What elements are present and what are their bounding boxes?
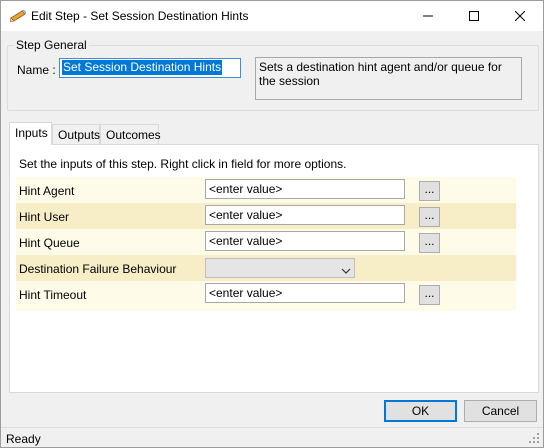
row-label: Destination Failure Behaviour	[19, 262, 177, 276]
cancel-button[interactable]: Cancel	[464, 400, 537, 422]
hint-timeout-input[interactable]: <enter value>	[205, 283, 405, 303]
hint-queue-input[interactable]: <enter value>	[205, 231, 405, 251]
name-value: Set Session Destination Hints	[62, 60, 223, 75]
hint-user-input[interactable]: <enter value>	[205, 205, 405, 225]
hint-timeout-browse-button[interactable]: ...	[419, 285, 440, 305]
close-button[interactable]	[497, 1, 543, 31]
step-general-title: Step General	[14, 38, 89, 52]
chevron-down-icon	[341, 264, 351, 278]
tab-inputs[interactable]: Inputs	[9, 122, 52, 145]
status-bar: Ready	[1, 427, 543, 447]
hint-agent-input[interactable]: <enter value>	[205, 179, 405, 199]
input-row-destination-failure: Destination Failure Behaviour	[16, 255, 516, 281]
maximize-icon	[469, 11, 479, 21]
input-row-hint-user: Hint User <enter value> ...	[16, 203, 516, 229]
step-description: Sets a destination hint agent and/or que…	[255, 57, 522, 100]
rows-footer	[16, 307, 516, 311]
name-input[interactable]: Set Session Destination Hints	[59, 58, 241, 78]
minimize-button[interactable]	[405, 1, 451, 31]
hint-queue-browse-button[interactable]: ...	[419, 233, 440, 253]
pencil-icon	[9, 9, 27, 23]
tab-outputs[interactable]: Outputs	[52, 124, 100, 144]
input-row-hint-queue: Hint Queue <enter value> ...	[16, 229, 516, 255]
destination-failure-select[interactable]	[205, 258, 355, 278]
edit-step-dialog: Edit Step - Set Session Destination Hint…	[0, 0, 544, 448]
minimize-icon	[423, 15, 433, 17]
status-text: Ready	[6, 432, 41, 446]
row-label: Hint Timeout	[19, 288, 87, 302]
row-label: Hint User	[19, 210, 70, 224]
row-label: Hint Agent	[19, 184, 75, 198]
maximize-button[interactable]	[451, 1, 497, 31]
hint-user-browse-button[interactable]: ...	[419, 207, 440, 227]
resize-grip-icon[interactable]	[528, 432, 540, 444]
name-label: Name :	[17, 63, 56, 77]
title-bar[interactable]: Edit Step - Set Session Destination Hint…	[1, 1, 543, 31]
inputs-hint: Set the inputs of this step. Right click…	[19, 157, 347, 171]
row-label: Hint Queue	[19, 236, 80, 250]
close-icon	[515, 11, 525, 21]
input-row-hint-timeout: Hint Timeout <enter value> ...	[16, 281, 516, 307]
input-row-hint-agent: Hint Agent <enter value> ...	[16, 177, 516, 203]
tab-outcomes[interactable]: Outcomes	[100, 124, 161, 144]
window-title: Edit Step - Set Session Destination Hint…	[31, 9, 249, 23]
ok-button[interactable]: OK	[384, 400, 457, 422]
hint-agent-browse-button[interactable]: ...	[419, 181, 440, 201]
